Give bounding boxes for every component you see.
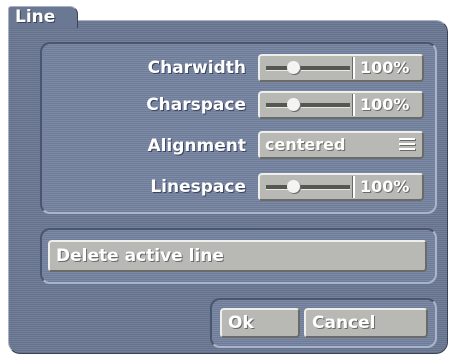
- linespace-label: Linespace: [150, 177, 246, 197]
- charwidth-slider-knob[interactable]: [287, 61, 301, 74]
- charspace-slider-knob[interactable]: [287, 98, 301, 111]
- alignment-select[interactable]: centered: [258, 131, 424, 159]
- charspace-label: Charspace: [146, 95, 246, 115]
- linespace-slider[interactable]: 100%: [258, 173, 424, 201]
- charwidth-slider-track[interactable]: [266, 66, 350, 71]
- alignment-label: Alignment: [147, 136, 246, 156]
- charwidth-label: Charwidth: [147, 58, 246, 78]
- linespace-value: 100%: [360, 177, 410, 196]
- linespace-slider-knob[interactable]: [287, 180, 301, 193]
- menu-lines-icon[interactable]: [399, 138, 415, 150]
- charwidth-value: 100%: [360, 58, 410, 77]
- slider-divider: [353, 57, 355, 79]
- delete-active-line-button[interactable]: Delete active line: [48, 240, 427, 272]
- cancel-button[interactable]: Cancel: [304, 308, 428, 338]
- linespace-slider-track[interactable]: [266, 185, 350, 190]
- charspace-slider[interactable]: 100%: [258, 91, 424, 119]
- alignment-value: centered: [265, 135, 346, 154]
- dialog-title-tab: Line: [8, 6, 78, 28]
- slider-divider: [353, 94, 355, 116]
- slider-divider: [353, 176, 355, 198]
- charwidth-slider[interactable]: 100%: [258, 54, 424, 82]
- ok-button[interactable]: Ok: [220, 308, 300, 338]
- charspace-value: 100%: [360, 95, 410, 114]
- charspace-slider-track[interactable]: [266, 103, 350, 108]
